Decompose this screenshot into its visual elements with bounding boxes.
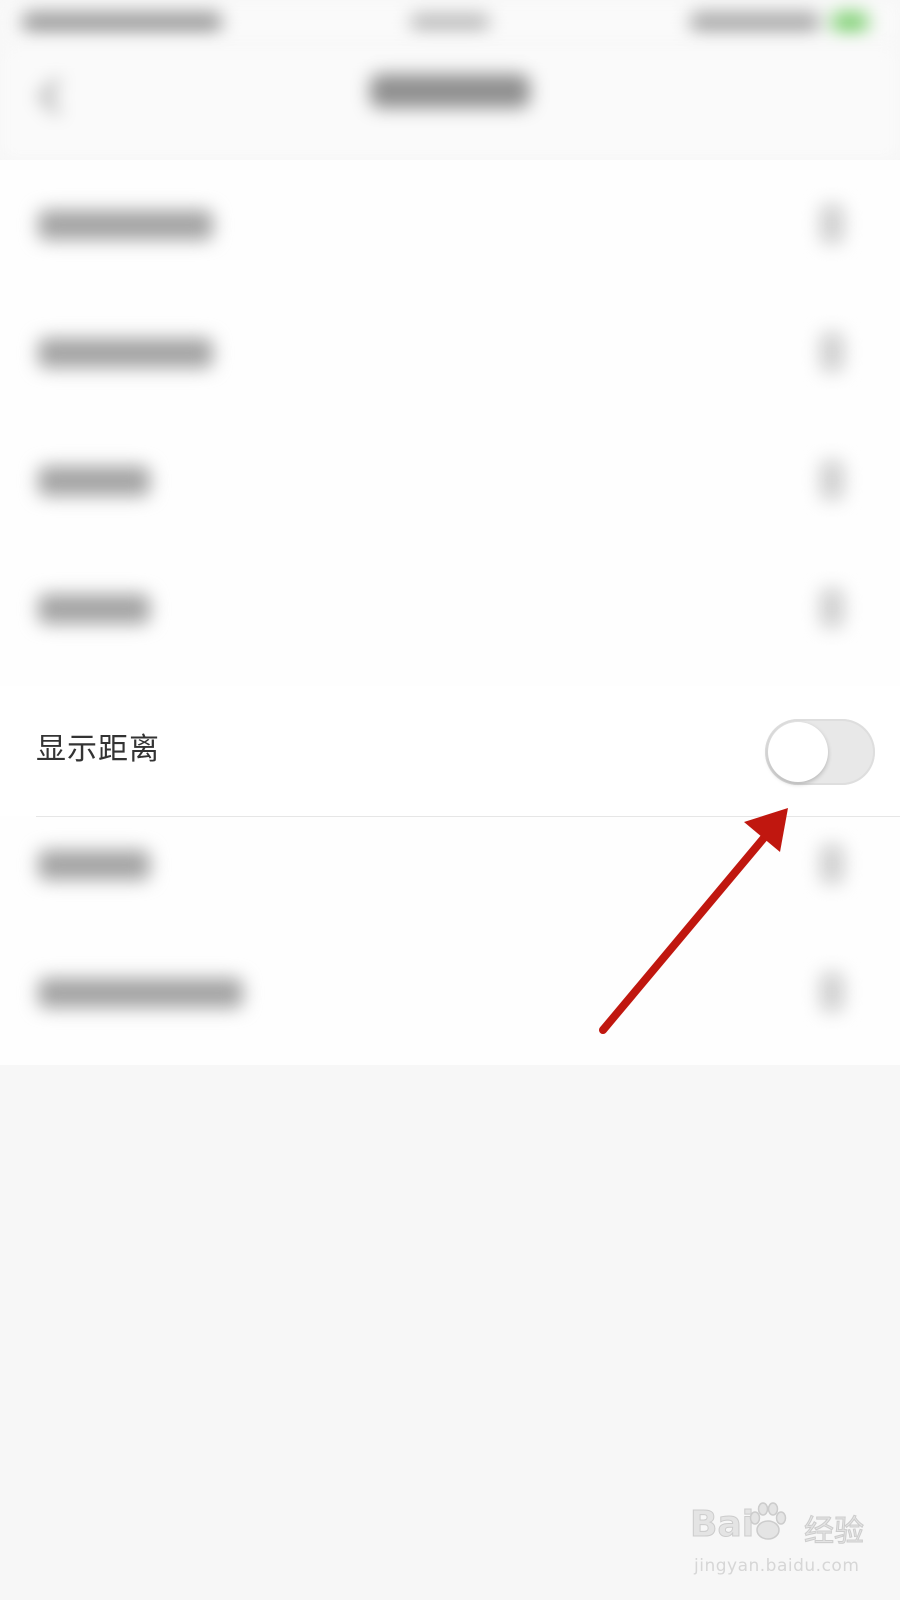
nav-header [0, 46, 900, 161]
back-arrow-icon[interactable] [30, 76, 70, 116]
chevron-right-icon [820, 332, 844, 372]
status-icons [690, 12, 820, 32]
baidu-jingyan-watermark: Bai 经验 jingyan.baidu.com [686, 1500, 886, 1590]
status-bar [0, 0, 900, 46]
paw-icon [749, 1502, 787, 1540]
show-distance-label: 显示距离 [36, 732, 160, 767]
page-title [370, 74, 530, 108]
battery-icon [832, 12, 868, 32]
settings-row-label [38, 978, 243, 1008]
show-distance-toggle[interactable] [765, 719, 875, 785]
chevron-right-icon [820, 460, 844, 500]
settings-row-label [38, 850, 150, 880]
toggle-knob [768, 722, 828, 782]
clock [410, 14, 490, 30]
settings-screen: 显示距离 Bai 经验 jingyan.baidu.com [0, 0, 900, 1600]
chevron-right-icon [820, 204, 844, 244]
settings-list [0, 160, 900, 1065]
carrier-signal-icon [22, 12, 222, 32]
watermark-url: jingyan.baidu.com [694, 1556, 860, 1576]
settings-row[interactable] [0, 800, 900, 930]
watermark-logo-text: Bai [689, 1504, 755, 1546]
settings-row-label [38, 466, 150, 496]
settings-row-label [38, 210, 213, 240]
settings-row-label [38, 594, 150, 624]
chevron-right-icon [820, 972, 844, 1012]
settings-row-label [38, 338, 213, 368]
settings-row[interactable] [0, 928, 900, 1058]
settings-row[interactable] [0, 160, 900, 290]
settings-row[interactable] [0, 416, 900, 546]
settings-row[interactable] [0, 288, 900, 418]
show-distance-row[interactable]: 显示距离 [0, 686, 900, 816]
chevron-right-icon [820, 588, 844, 628]
divider [36, 816, 900, 817]
settings-row[interactable] [0, 544, 900, 674]
chevron-right-icon [820, 844, 844, 884]
watermark-suffix-text: 经验 [804, 1514, 865, 1550]
